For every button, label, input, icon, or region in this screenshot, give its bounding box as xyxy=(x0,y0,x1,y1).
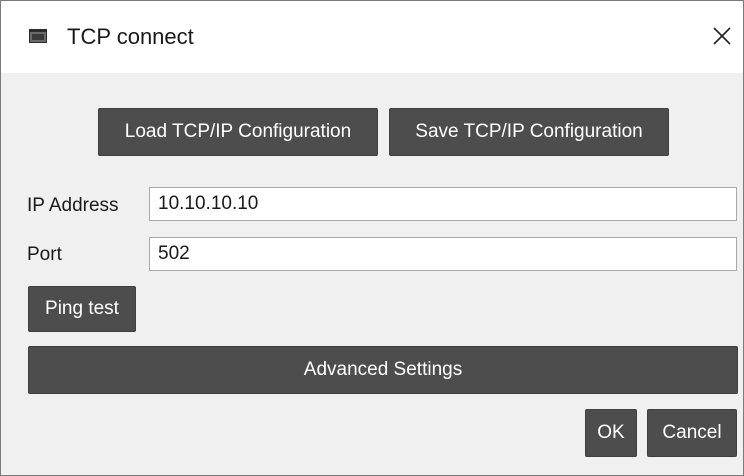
advanced-settings-button[interactable]: Advanced Settings xyxy=(28,346,738,394)
ping-test-button[interactable]: Ping test xyxy=(28,286,136,332)
close-icon[interactable] xyxy=(709,23,735,49)
port-label: Port xyxy=(27,244,62,265)
load-configuration-button[interactable]: Load TCP/IP Configuration xyxy=(98,108,378,156)
cancel-button[interactable]: Cancel xyxy=(647,409,737,457)
tcp-connect-dialog: TCP connect Load TCP/IP Configuration Sa… xyxy=(0,0,744,476)
ip-address-label: IP Address xyxy=(27,195,119,216)
port-input[interactable] xyxy=(149,237,737,271)
ok-button[interactable]: OK xyxy=(585,409,637,457)
ip-address-input[interactable] xyxy=(149,187,737,221)
save-configuration-button[interactable]: Save TCP/IP Configuration xyxy=(389,108,669,156)
terminal-window-icon xyxy=(29,29,47,43)
window-title: TCP connect xyxy=(67,24,194,49)
title-bar: TCP connect xyxy=(1,1,743,73)
